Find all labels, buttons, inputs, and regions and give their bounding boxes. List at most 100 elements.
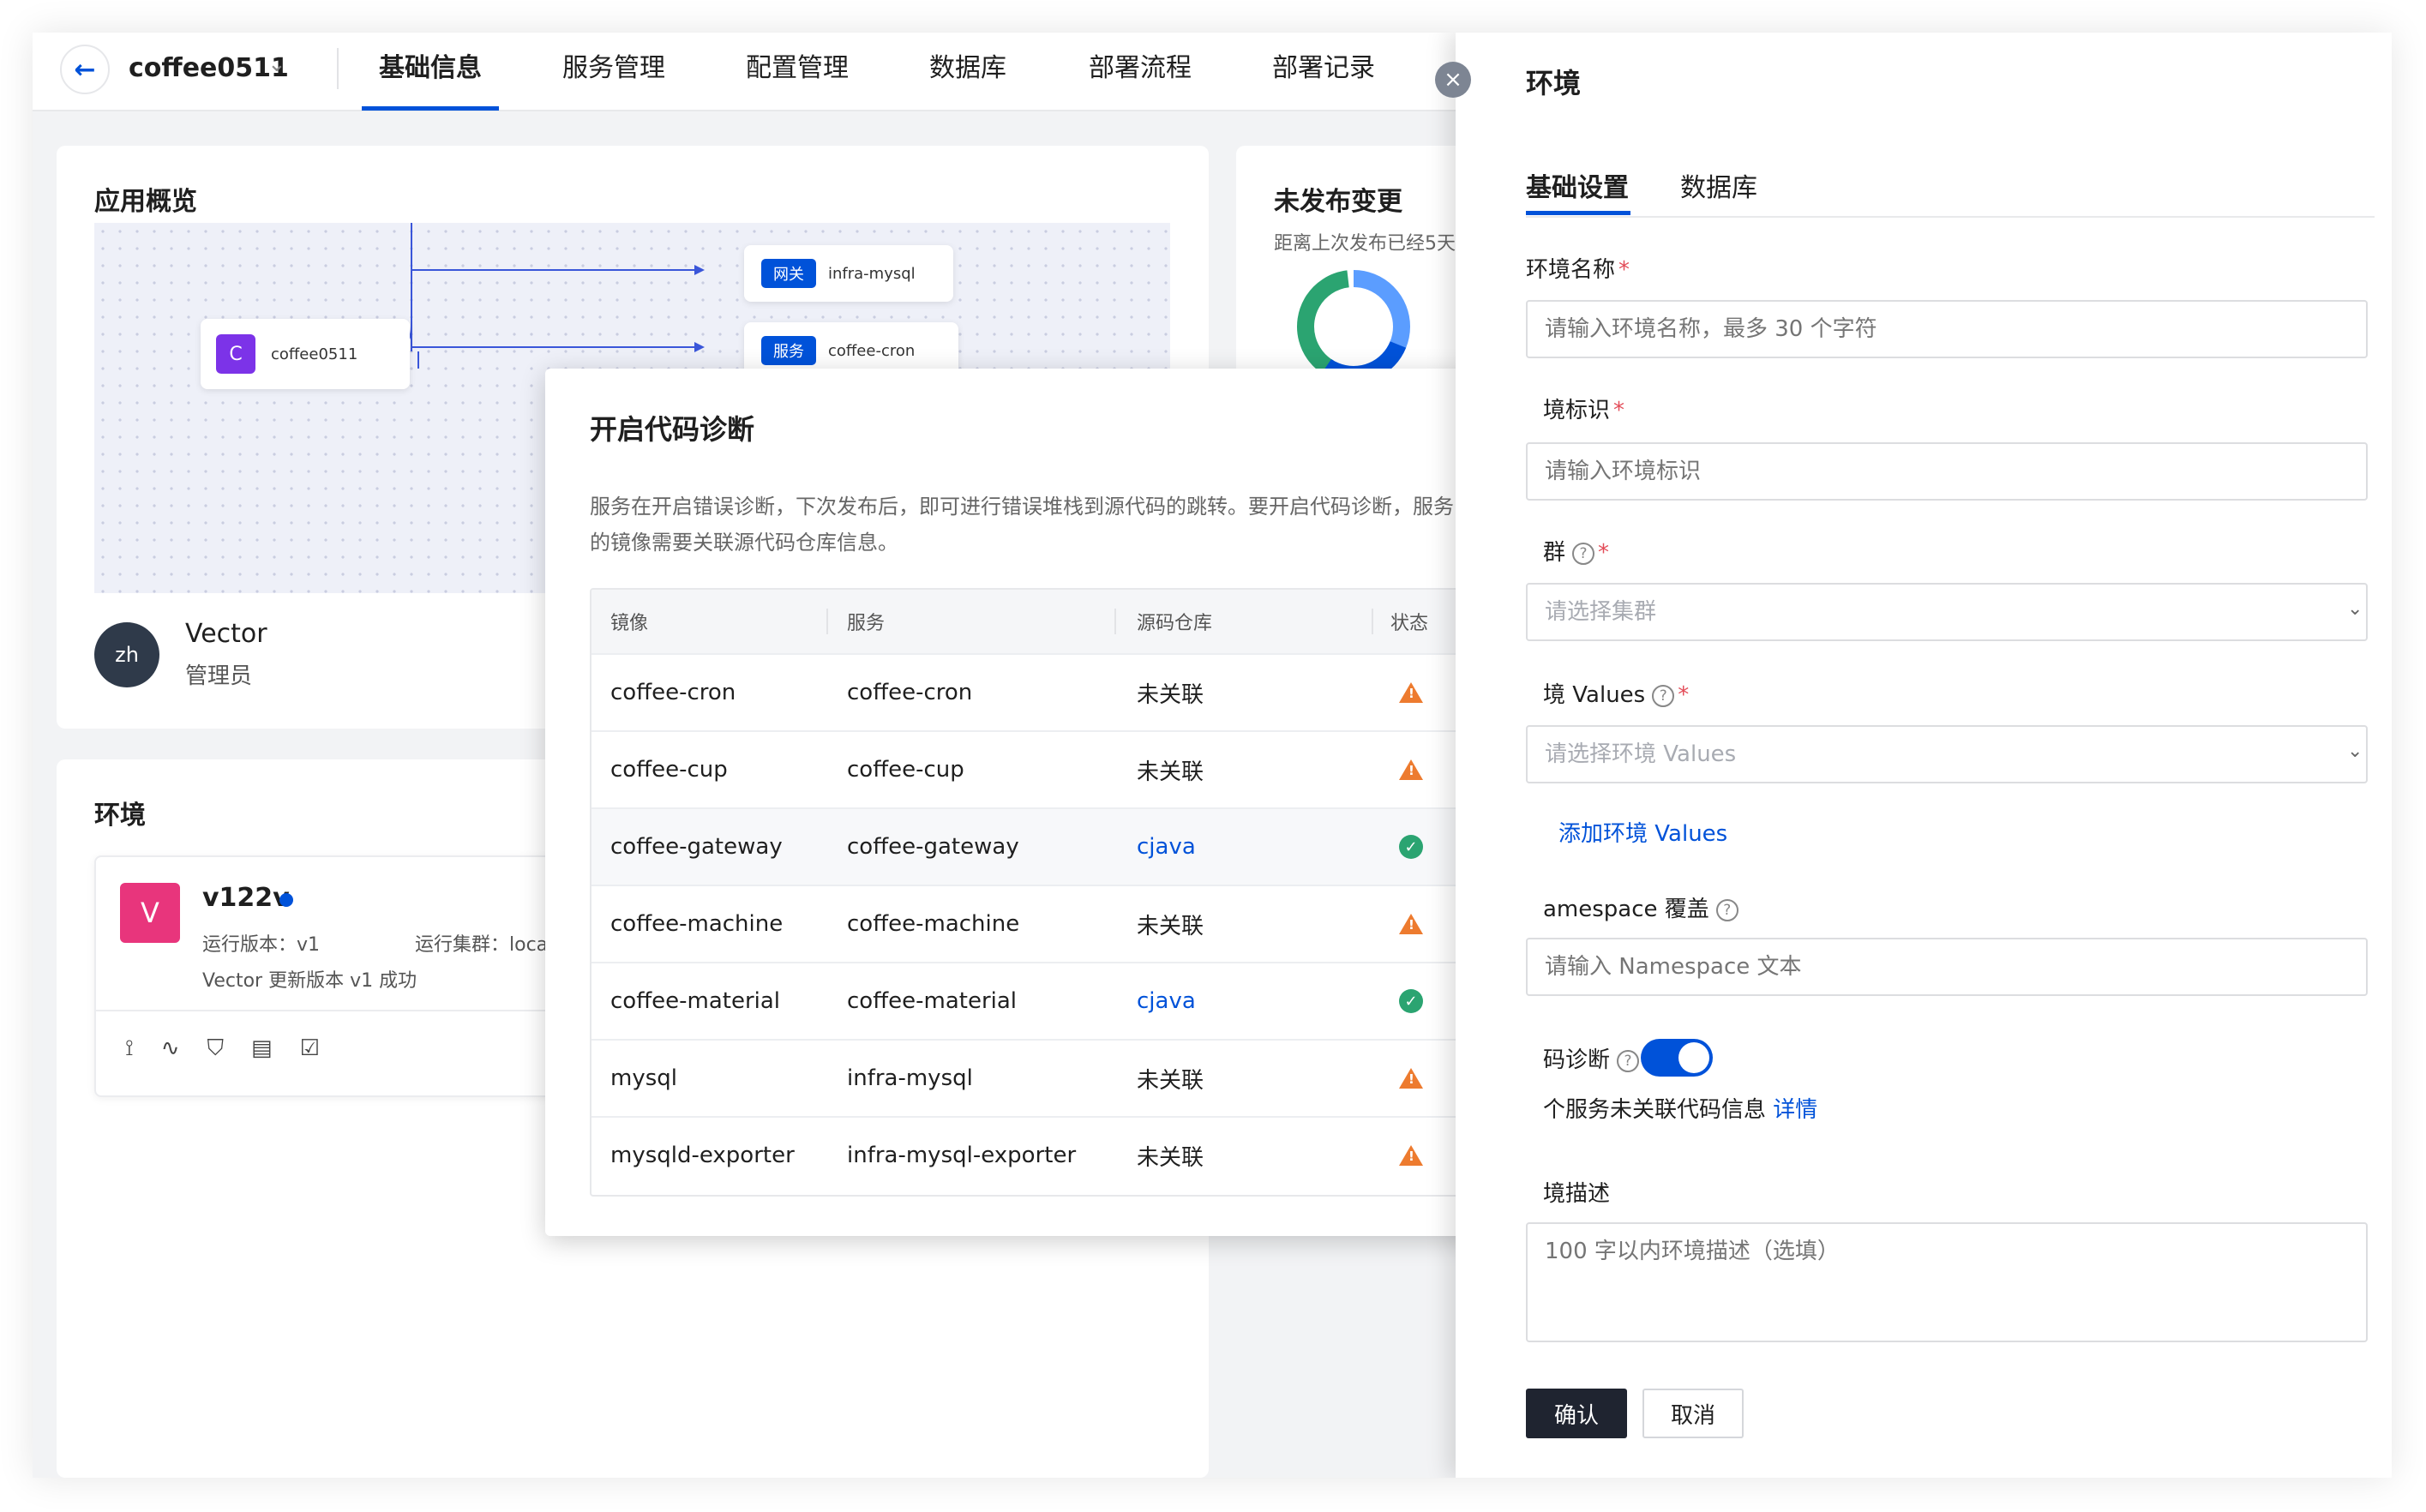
warning-icon <box>1399 914 1423 934</box>
cell-image: mysql <box>610 1065 677 1091</box>
unpublished-subtitle: 距离上次发布已经5天 <box>1274 233 1456 255</box>
calendar-icon[interactable]: ▤ <box>251 1035 273 1062</box>
warning-icon <box>1399 1068 1423 1089</box>
user-avatar: zh <box>94 622 159 687</box>
check-circle-icon: ✓ <box>1399 989 1423 1013</box>
node-gateway[interactable]: 网关 infra-mysql <box>744 245 953 302</box>
calendar-check-icon[interactable]: ☑ <box>300 1035 320 1062</box>
node-gateway-name: infra-mysql <box>828 264 916 283</box>
help-icon: ? <box>1617 1049 1640 1072</box>
shield-icon[interactable]: ⛉ <box>207 1035 224 1062</box>
cell-service: coffee-cup <box>847 757 964 783</box>
diagnosis-label: 码诊断? <box>1543 1042 1640 1074</box>
tab-service-management[interactable]: 服务管理 <box>562 48 665 89</box>
cell-repo: 未关联 <box>1137 1144 1204 1171</box>
cell-image: coffee-machine <box>610 911 784 937</box>
table-row: coffee-gateway coffee-gateway cjava ✓ <box>591 807 1468 885</box>
help-icon: ? <box>1715 898 1738 921</box>
help-icon: ? <box>1572 542 1595 565</box>
tab-database[interactable]: 数据库 <box>929 48 1006 89</box>
node-root-badge: C <box>216 334 255 374</box>
header-image: 镜像 <box>610 613 649 634</box>
diagnosis-hint: 个服务未关联代码信息 详情 <box>1543 1097 1818 1123</box>
nav-divider <box>337 48 339 89</box>
node-root-name: coffee0511 <box>271 345 358 363</box>
env-name[interactable]: v122v <box>202 883 290 913</box>
dialog-description: 服务在开启错误诊断，下次发布后，即可进行错误堆栈到源代码的跳转。要开启代码诊断，… <box>590 495 1454 555</box>
node-root[interactable]: C coffee0511 <box>201 319 410 389</box>
confirm-button[interactable]: 确认 <box>1526 1389 1627 1438</box>
values-label: 境 Values? * <box>1543 682 1690 708</box>
tab-deploy-pipeline[interactable]: 部署流程 <box>1089 48 1192 89</box>
env-run-version: 运行版本：v1 <box>202 934 321 956</box>
cluster-select[interactable]: 请选择集群 <box>1526 583 2368 641</box>
warning-icon <box>1399 682 1423 703</box>
route-icon[interactable]: ⟟ <box>125 1035 134 1062</box>
tab-basic-settings[interactable]: 基础设置 <box>1526 166 1629 204</box>
tab-deploy-records[interactable]: 部署记录 <box>1272 48 1375 89</box>
cell-service: coffee-cron <box>847 680 973 705</box>
cell-service: coffee-material <box>847 988 1018 1014</box>
namespace-input[interactable] <box>1526 938 2368 996</box>
drawer-tab-divider <box>1526 216 2375 218</box>
diagnosis-toggle[interactable] <box>1641 1039 1713 1077</box>
description-textarea[interactable] <box>1526 1222 2368 1342</box>
cancel-button[interactable]: 取消 <box>1642 1389 1744 1438</box>
cell-service: infra-mysql-exporter <box>847 1143 1077 1168</box>
cell-image: coffee-cron <box>610 680 736 705</box>
user-name: Vector <box>185 619 267 649</box>
cell-service: infra-mysql <box>847 1065 973 1091</box>
warning-icon <box>1399 1145 1423 1166</box>
drawer-close-icon[interactable]: × <box>1435 62 1471 98</box>
back-arrow-icon[interactable]: ← <box>60 45 110 94</box>
env-id-label: 境标识 * <box>1543 398 1625 423</box>
tab-drawer-database[interactable]: 数据库 <box>1680 166 1757 204</box>
cell-service: coffee-machine <box>847 911 1020 937</box>
activity-icon[interactable]: ∿ <box>161 1035 180 1062</box>
table-header: 镜像 服务 源码仓库 状态 <box>591 590 1468 653</box>
env-divider <box>96 1010 607 1011</box>
cell-image: coffee-gateway <box>610 834 783 860</box>
tab-config-management[interactable]: 配置管理 <box>746 48 849 89</box>
toggle-knob <box>1678 1042 1709 1073</box>
warning-icon <box>1399 759 1423 780</box>
tab-basic-info[interactable]: 基础信息 <box>379 48 482 89</box>
environment-title: 环境 <box>94 801 146 831</box>
node-gateway-badge: 网关 <box>761 259 816 288</box>
node-service-badge: 服务 <box>761 336 816 365</box>
table-row: coffee-cron coffee-cron 未关联 <box>591 653 1468 730</box>
app-name[interactable]: coffee0511 <box>129 50 289 87</box>
table-row: coffee-cup coffee-cup 未关联 <box>591 730 1468 807</box>
diagnosis-detail-link[interactable]: 详情 <box>1773 1097 1817 1123</box>
cell-repo: 未关联 <box>1137 1067 1204 1094</box>
add-values-link[interactable]: 添加环境 Values <box>1558 816 1727 848</box>
env-item[interactable]: V v122v 运行版本：v1 运行集群：local Vector 更新版本 v… <box>94 855 609 1097</box>
env-avatar: V <box>120 883 180 943</box>
values-select[interactable]: 请选择环境 Values <box>1526 725 2368 783</box>
table-row: mysql infra-mysql 未关联 <box>591 1039 1468 1116</box>
cell-image: mysqld-exporter <box>610 1143 795 1168</box>
env-name-input[interactable] <box>1526 300 2368 358</box>
unpublished-changes-card: 未发布变更 距离上次发布已经5天 <box>1236 146 1493 403</box>
drawer-title: 环境 <box>1526 67 1582 99</box>
top-nav: ← coffee0511 ⌄ 基础信息 服务管理 配置管理 数据库 部署流程 部… <box>33 33 1456 111</box>
chevron-down-icon[interactable]: ⌄ <box>2347 741 2363 762</box>
cell-repo: 未关联 <box>1137 759 1204 785</box>
unpublished-title: 未发布变更 <box>1274 187 1402 217</box>
env-run-cluster: 运行集群：local <box>415 934 554 956</box>
drawer-tab-indicator <box>1526 211 1630 215</box>
cell-repo-link[interactable]: cjava <box>1137 809 1196 885</box>
environment-drawer: 环境 基础设置 数据库 环境名称* 境标识* 群?* 请选择集群 ⌄ 境 Val… <box>1456 33 2392 1478</box>
description-label: 境描述 <box>1543 1181 1611 1207</box>
cell-repo-link[interactable]: cjava <box>1137 963 1196 1039</box>
env-id-input[interactable] <box>1526 442 2368 501</box>
header-status: 状态 <box>1390 613 1429 634</box>
user-role: 管理员 <box>185 663 253 689</box>
env-name-label: 环境名称 * <box>1526 257 1630 283</box>
chevron-down-icon[interactable]: ⌄ <box>267 51 286 77</box>
env-actions: ⟟ ∿ ⛉ ▤ ☑ <box>125 1035 320 1062</box>
chevron-down-icon[interactable]: ⌄ <box>2347 598 2363 620</box>
env-message: Vector 更新版本 v1 成功 <box>202 970 417 992</box>
cell-repo: 未关联 <box>1137 913 1204 939</box>
cell-service: coffee-gateway <box>847 834 1019 860</box>
